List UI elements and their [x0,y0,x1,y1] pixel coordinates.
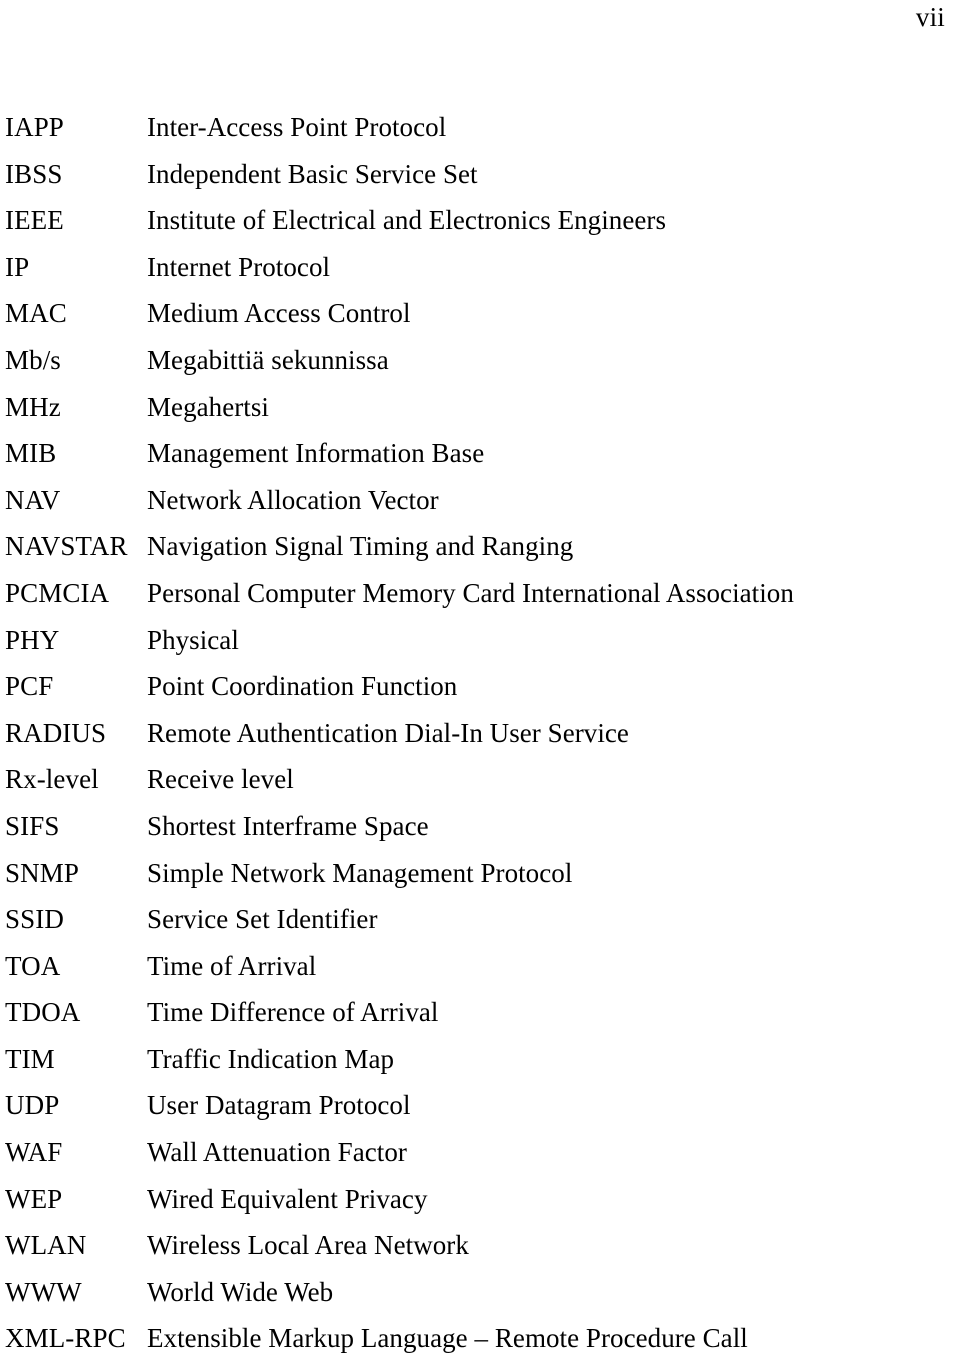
abbreviation-row: MIB Management Information Base [5,438,955,485]
abbreviation-term: IBSS [5,158,63,189]
abbreviation-row: SSID Service Set Identifier [5,904,955,951]
abbreviation-definition: Physical [147,624,239,655]
abbreviation-definition: Medium Access Control [147,298,411,329]
abbreviation-row: MHz Megahertsi [5,392,955,439]
abbreviation-term: NAV [5,484,61,515]
abbreviation-term: Rx-level [5,764,99,795]
abbreviation-row: IP Internet Protocol [5,252,955,299]
abbreviation-definition: Network Allocation Vector [147,484,439,515]
abbreviation-row: UDP User Datagram Protocol [5,1090,955,1137]
abbreviation-row: RADIUS Remote Authentication Dial-In User… [5,718,955,765]
abbreviation-term: TIM [5,1043,55,1074]
abbreviation-row: WLAN Wireless Local Area Network [5,1230,955,1277]
abbreviation-definition: User Datagram Protocol [147,1090,411,1121]
abbreviation-term: UDP [5,1090,60,1121]
abbreviation-row: WWW World Wide Web [5,1277,955,1324]
abbreviation-term: RADIUS [5,717,107,748]
abbreviation-row: NAV Network Allocation Vector [5,485,955,532]
abbreviation-term: IAPP [5,112,64,142]
abbreviation-row: XML-RPC Extensible Markup Language – Remo… [5,1323,955,1354]
abbreviation-term: IEEE [5,205,64,236]
abbreviation-definition: Point Coordination Function [147,671,458,702]
abbreviation-definition: Time Difference of Arrival [147,997,439,1028]
abbreviation-term: Mb/s [5,344,61,375]
abbreviation-row: WEP Wired Equivalent Privacy [5,1184,955,1231]
abbreviation-term: WEP [5,1183,63,1214]
abbreviation-term: SIFS [5,810,60,841]
abbreviation-definition: World Wide Web [147,1276,334,1307]
abbreviation-row: WAF Wall Attenuation Factor [5,1137,955,1184]
abbreviation-row: Rx-level Receive level [5,764,955,811]
abbreviation-term: MIB [5,438,57,469]
abbreviation-definition: Wireless Local Area Network [147,1230,469,1261]
abbreviation-row: PCMCIA Personal Computer Memory Card Inte… [5,578,955,625]
document-page: vii IAPP Inter-Access Point Protocol IBSS I… [0,0,960,1354]
abbreviation-term: PCMCIA [5,577,110,608]
abbreviation-definition: Institute of Electrical and Electronics … [147,205,666,236]
abbreviation-term: XML-RPC [5,1323,126,1354]
abbreviation-definition: Navigation Signal Timing and Ranging [147,531,574,562]
abbreviation-definition: Independent Basic Service Set [147,158,478,189]
abbreviation-definition: Management Information Base [147,438,485,469]
abbreviation-row: IBSS Independent Basic Service Set [5,159,955,206]
abbreviation-term: PCF [5,671,54,702]
abbreviation-definition: Internet Protocol [147,251,331,282]
abbreviation-term: WAF [5,1137,63,1168]
abbreviation-term: PHY [5,624,60,655]
abbreviation-term: TOA [5,950,61,981]
abbreviation-definition: Megahertsi [147,391,269,422]
abbreviation-row: IEEE Institute of Electrical and Electron… [5,205,955,252]
abbreviation-term: NAVSTAR [5,531,128,562]
abbreviation-definition: Wall Attenuation Factor [147,1137,407,1168]
abbreviation-row: SIFS Shortest Interframe Space [5,811,955,858]
abbreviation-row: TOA Time of Arrival [5,951,955,998]
abbreviation-row: SNMP Simple Network Management Protocol [5,858,955,905]
abbreviation-definition: Receive level [147,764,294,795]
abbreviation-term: MAC [5,298,67,329]
abbreviation-definition: Megabittiä sekunnissa [147,344,389,375]
abbreviation-term: MHz [5,391,61,422]
abbreviation-definition: Extensible Markup Language – Remote Proc… [147,1323,748,1354]
abbreviation-term: SNMP [5,857,79,888]
abbreviation-term: WLAN [5,1230,87,1261]
abbreviation-row: TIM Traffic Indication Map [5,1044,955,1091]
abbreviation-row: Mb/s Megabittiä sekunnissa [5,345,955,392]
abbreviation-row: MAC Medium Access Control [5,298,955,345]
abbreviation-definition: Wired Equivalent Privacy [147,1183,428,1214]
abbreviation-term: TDOA [5,997,81,1028]
abbreviation-row: NAVSTAR Navigation Signal Timing and Rang… [5,531,955,578]
abbreviation-definition: Shortest Interframe Space [147,810,429,841]
abbreviation-definition: Service Set Identifier [147,904,378,935]
page-number: vii [915,2,945,32]
abbreviation-definition: Time of Arrival [147,950,317,981]
abbreviation-term: IP [5,251,30,282]
abbreviation-term: WWW [5,1276,82,1307]
abbreviation-definition: Remote Authentication Dial-In User Servi… [147,717,629,748]
abbreviation-row: TDOA Time Difference of Arrival [5,997,955,1044]
abbreviation-row: PHY Physical [5,625,955,672]
abbreviation-definition: Simple Network Management Protocol [147,857,573,888]
abbreviation-definition: Inter-Access Point Protocol [147,112,447,142]
abbreviation-row: IAPP Inter-Access Point Protocol [5,112,955,159]
abbreviations-list: IAPP Inter-Access Point Protocol IBSS Indep… [5,112,955,1354]
abbreviation-definition: Personal Computer Memory Card Internatio… [147,577,794,608]
abbreviation-row: PCF Point Coordination Function [5,671,955,718]
abbreviation-term: SSID [5,904,64,935]
abbreviation-definition: Traffic Indication Map [147,1043,395,1074]
